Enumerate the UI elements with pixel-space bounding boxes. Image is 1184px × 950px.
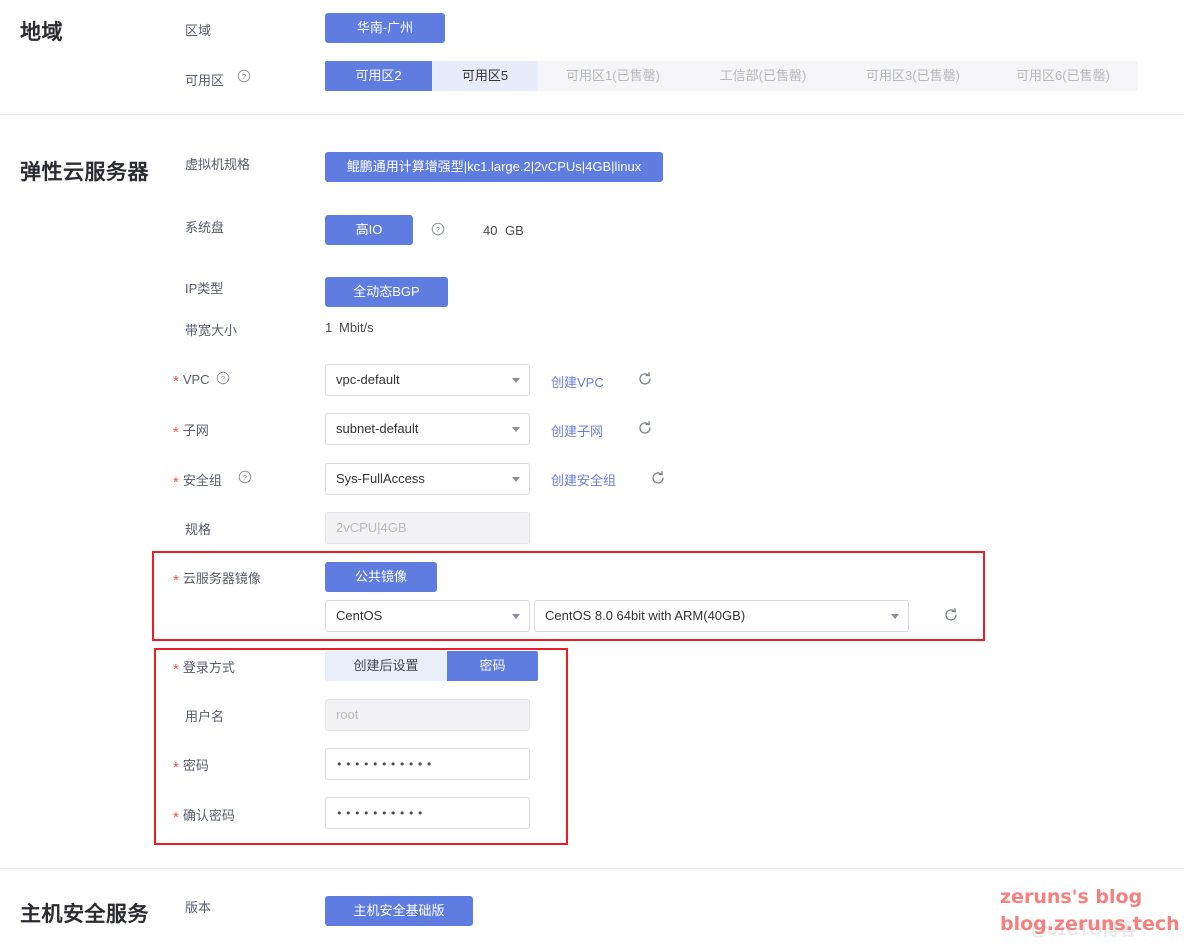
password-field[interactable]: •••••••••••	[325, 748, 530, 780]
refresh-icon[interactable]	[637, 420, 653, 436]
create-subnet-link[interactable]: 创建子网	[551, 421, 603, 440]
region-section-title: 地域	[20, 21, 63, 44]
help-circle-icon[interactable]: ?	[216, 371, 230, 385]
login-mode-password-button[interactable]: 密码	[447, 651, 538, 681]
refresh-icon[interactable]	[650, 470, 666, 486]
image-os-family-select[interactable]: CentOS	[325, 600, 530, 632]
host-security-section-title: 主机安全服务	[20, 903, 149, 926]
confirm-password-field-label: 确认密码	[173, 805, 235, 824]
image-os-family-value: CentOS	[336, 608, 383, 623]
hss-edition-value-button[interactable]: 主机安全基础版	[325, 896, 473, 926]
zone-tab-az2[interactable]: 可用区2	[325, 61, 432, 91]
username-field: root	[325, 699, 530, 731]
svg-text:?: ?	[221, 374, 225, 383]
svg-text:?: ?	[436, 225, 440, 234]
ip-type-field-label: IP类型	[185, 281, 224, 296]
spec-field-label: 规格	[185, 522, 212, 537]
bandwidth-unit: Mbit/s	[339, 320, 374, 335]
bandwidth-field-label: 带宽大小	[185, 323, 238, 338]
image-source-public-button[interactable]: 公共镜像	[325, 562, 437, 592]
refresh-icon[interactable]	[943, 607, 959, 623]
region-value-button[interactable]: 华南-广州	[325, 13, 445, 43]
ecs-section-title: 弹性云服务器	[20, 161, 149, 184]
login-mode-set-after-create-button[interactable]: 创建后设置	[325, 651, 447, 681]
create-vpc-link[interactable]: 创建VPC	[551, 372, 604, 391]
chevron-down-icon	[512, 427, 520, 432]
flavor-value-button[interactable]: 鲲鹏通用计算增强型|kc1.large.2|2vCPUs|4GB|linux	[325, 152, 663, 182]
bandwidth-value: 1	[325, 320, 333, 335]
refresh-icon[interactable]	[637, 371, 653, 387]
spec-value-field: 2vCPU|4GB	[325, 512, 530, 544]
chevron-down-icon	[512, 378, 520, 383]
login-mode-field-label: 登录方式	[173, 657, 235, 676]
subnet-field-label: 子网	[173, 420, 209, 439]
security-group-select-value: Sys-FullAccess	[336, 471, 425, 486]
section-divider-ecs	[0, 868, 1184, 869]
login-mode-toggle-group[interactable]: 创建后设置 密码	[325, 651, 538, 681]
create-security-group-link[interactable]: 创建安全组	[551, 470, 616, 489]
image-field-label: 云服务器镜像	[173, 568, 261, 587]
image-os-version-select[interactable]: CentOS 8.0 64bit with ARM(40GB)	[534, 600, 909, 632]
zone-tab-miit-soldout: 工信部(已售罄)	[688, 61, 838, 91]
chevron-down-icon	[512, 614, 520, 619]
region-field-label: 区域	[185, 23, 212, 38]
availability-zone-tab-group[interactable]: 可用区2 可用区5 可用区1(已售罄) 工信部(已售罄) 可用区3(已售罄) 可…	[325, 61, 1138, 91]
section-divider-region	[0, 114, 1184, 115]
zone-tab-az6-soldout: 可用区6(已售罄)	[988, 61, 1138, 91]
vpc-select[interactable]: vpc-default	[325, 364, 530, 396]
help-circle-icon[interactable]: ?	[238, 470, 252, 484]
username-field-label: 用户名	[185, 709, 225, 724]
password-masked-value: •••••••••••	[336, 758, 435, 771]
security-group-field-label: 安全组	[173, 470, 222, 489]
subnet-select-value: subnet-default	[336, 421, 419, 436]
availability-zone-field-label: 可用区	[185, 73, 225, 88]
vpc-select-value: vpc-default	[336, 372, 400, 387]
watermark-line-2: blog.zeruns.tech	[1000, 913, 1180, 935]
confirm-password-field[interactable]: ••••••••••	[325, 797, 530, 829]
ip-type-value-button[interactable]: 全动态BGP	[325, 277, 448, 307]
zone-tab-az5[interactable]: 可用区5	[432, 61, 538, 91]
system-disk-size-unit: GB	[505, 223, 524, 238]
svg-text:?: ?	[242, 72, 246, 81]
svg-text:?: ?	[243, 473, 247, 482]
subnet-select[interactable]: subnet-default	[325, 413, 530, 445]
image-os-version-value: CentOS 8.0 64bit with ARM(40GB)	[545, 608, 746, 623]
hss-edition-field-label: 版本	[185, 900, 212, 915]
security-group-select[interactable]: Sys-FullAccess	[325, 463, 530, 495]
zone-tab-az1-soldout: 可用区1(已售罄)	[538, 61, 688, 91]
vpc-field-label: VPC	[173, 371, 210, 388]
system-disk-type-button[interactable]: 高IO	[325, 215, 413, 245]
watermark-line-1: zeruns's blog	[1000, 886, 1143, 908]
confirm-password-masked-value: ••••••••••	[336, 807, 426, 820]
password-field-label: 密码	[173, 755, 209, 774]
zone-tab-az3-soldout: 可用区3(已售罄)	[838, 61, 988, 91]
chevron-down-icon	[512, 477, 520, 482]
system-disk-field-label: 系统盘	[185, 220, 225, 235]
chevron-down-icon	[891, 614, 899, 619]
help-circle-icon[interactable]: ?	[237, 69, 251, 83]
flavor-field-label: 虚拟机规格	[185, 157, 251, 172]
system-disk-size-value: 40	[483, 223, 498, 238]
help-circle-icon[interactable]: ?	[431, 222, 445, 236]
